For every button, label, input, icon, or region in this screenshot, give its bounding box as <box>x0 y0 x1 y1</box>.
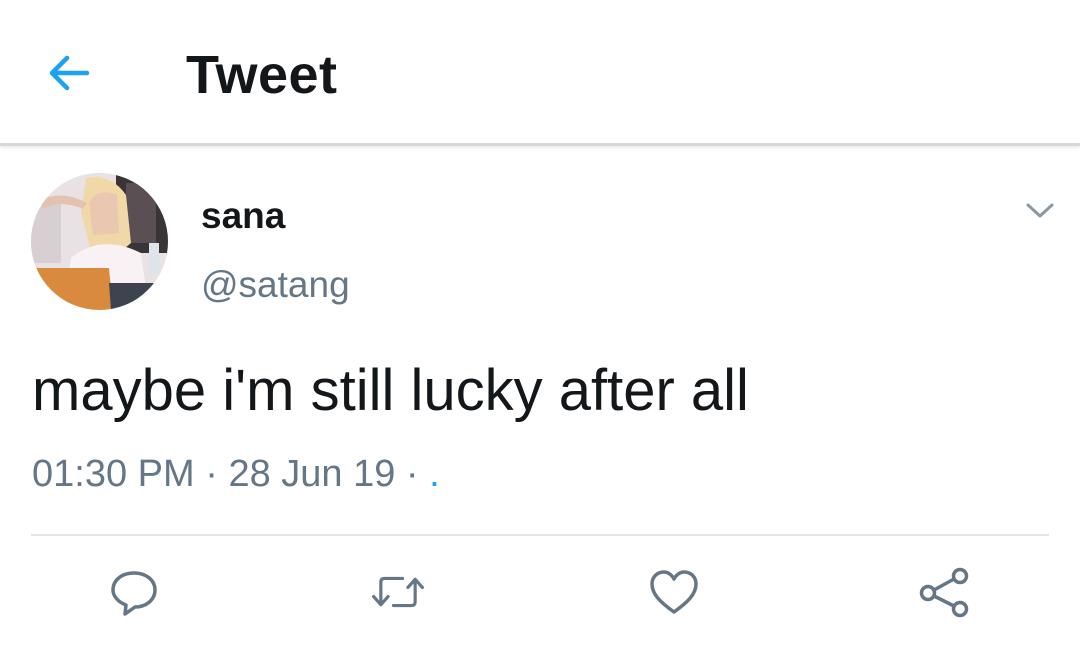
display-name[interactable]: sana <box>201 195 285 237</box>
reply-button[interactable] <box>106 566 162 618</box>
page-title: Tweet <box>186 45 338 105</box>
back-button[interactable] <box>44 48 94 98</box>
like-button[interactable] <box>646 566 702 618</box>
meta-separator: · <box>205 453 218 495</box>
meta-separator: · <box>405 453 419 495</box>
tweet-menu-button[interactable] <box>1020 196 1060 226</box>
tweet-text: maybe i'm still lucky after all <box>32 358 749 423</box>
share-icon <box>919 567 969 618</box>
tweet-meta: 01:30 PM · 28 Jun 19 · . <box>32 451 440 497</box>
tweet-source[interactable]: . <box>429 453 440 495</box>
avatar[interactable] <box>31 173 168 310</box>
reply-icon <box>111 571 157 616</box>
tweet-time: 01:30 PM <box>32 453 195 495</box>
share-button[interactable] <box>916 566 972 618</box>
tweet-date: 28 Jun 19 <box>228 453 396 495</box>
back-arrow-icon <box>49 55 90 91</box>
profile-photo <box>31 173 168 310</box>
heart-icon <box>650 570 698 614</box>
user-handle[interactable]: @satang <box>201 263 350 307</box>
retweet-icon <box>372 576 424 608</box>
retweet-button[interactable] <box>370 566 426 618</box>
chevron-down-icon <box>1026 203 1054 218</box>
app-header: Tweet <box>0 0 1080 146</box>
divider <box>31 534 1049 536</box>
